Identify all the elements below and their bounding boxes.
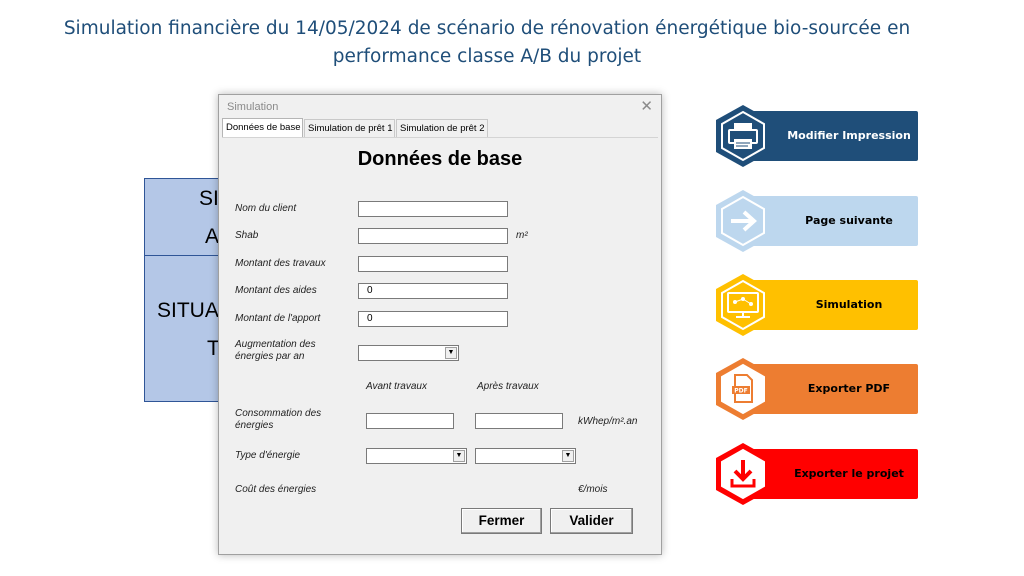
- background-table-text-3: SITUA: [157, 299, 219, 322]
- background-table-text-1: SI: [199, 187, 219, 210]
- cout-label: Coût des énergies: [235, 484, 317, 495]
- simulation-label: Simulation: [815, 298, 883, 311]
- cout-unit: €/mois: [578, 484, 608, 495]
- apres-travaux-header: Après travaux: [477, 381, 539, 392]
- conso-label: Consommation des énergies: [235, 408, 321, 432]
- dialog-title: Simulation: [227, 101, 279, 113]
- close-icon[interactable]: ✕: [640, 97, 653, 115]
- shab-input[interactable]: [358, 228, 508, 244]
- page-suivante-button[interactable]: Page suivante: [712, 190, 918, 252]
- tab-panel: Données de base Nom du client Shab m² Mo…: [222, 137, 658, 552]
- travaux-label: Montant des travaux: [235, 258, 326, 269]
- exporter-pdf-label: Exporter PDF: [807, 382, 891, 395]
- aides-label: Montant des aides: [235, 285, 317, 296]
- download-icon: [716, 443, 770, 505]
- augmentation-label-line-1: Augmentation des: [235, 339, 316, 350]
- svg-text:PDF: PDF: [734, 388, 747, 395]
- chevron-down-icon[interactable]: ▼: [445, 347, 457, 359]
- shab-unit: m²: [516, 230, 528, 241]
- conso-avant-input[interactable]: [366, 413, 454, 429]
- chevron-down-icon[interactable]: ▼: [453, 450, 465, 462]
- tab-simulation-pret-1[interactable]: Simulation de prêt 1: [304, 119, 395, 137]
- client-label: Nom du client: [235, 203, 297, 214]
- avant-travaux-header: Avant travaux: [366, 381, 427, 392]
- conso-unit: kWhep/m².an: [578, 416, 638, 427]
- type-energie-label: Type d'énergie: [235, 450, 301, 461]
- apport-input[interactable]: 0: [358, 311, 508, 327]
- valider-button[interactable]: Valider: [550, 508, 633, 534]
- exporter-projet-label: Exporter le projet: [794, 467, 904, 480]
- apport-label: Montant de l'apport: [235, 313, 321, 324]
- printer-icon: [716, 105, 770, 167]
- tab-simulation-pret-2[interactable]: Simulation de prêt 2: [396, 119, 488, 137]
- network-monitor-icon: [716, 274, 770, 336]
- page-title-line-2: performance classe A/B du projet: [332, 46, 642, 67]
- modifier-impression-label: Modifier Impression: [787, 129, 911, 142]
- augmentation-label: Augmentation des énergies par an: [235, 339, 316, 363]
- conso-label-line-2: énergies: [235, 420, 274, 431]
- simulation-button[interactable]: Simulation: [712, 274, 918, 336]
- panel-heading: Données de base: [357, 148, 523, 170]
- exporter-projet-button[interactable]: Exporter le projet: [712, 443, 918, 505]
- client-name-input[interactable]: [358, 201, 508, 217]
- chevron-down-icon[interactable]: ▼: [562, 450, 574, 462]
- fermer-button[interactable]: Fermer: [461, 508, 542, 534]
- exporter-pdf-button[interactable]: PDF Exporter PDF: [712, 358, 918, 420]
- modifier-impression-button[interactable]: Modifier Impression: [712, 105, 918, 167]
- page-title-line-1: Simulation financière du 14/05/2024 de s…: [63, 18, 911, 39]
- type-avant-select[interactable]: ▼: [366, 448, 467, 464]
- arrow-right-icon: [716, 190, 770, 252]
- conso-apres-input[interactable]: [475, 413, 563, 429]
- tab-donnees-de-base[interactable]: Données de base: [222, 118, 303, 138]
- page-title: Simulation financière du 14/05/2024 de s…: [20, 15, 954, 71]
- page-suivante-label: Page suivante: [805, 214, 893, 227]
- conso-label-line-1: Consommation des: [235, 408, 322, 419]
- augmentation-select[interactable]: ▼: [358, 345, 459, 361]
- background-table-text-2: A: [205, 225, 220, 248]
- shab-label: Shab: [235, 230, 259, 241]
- simulation-dialog: Simulation ✕ Données de base Simulation …: [218, 94, 662, 555]
- background-table: SI A SITUA T: [144, 178, 224, 402]
- travaux-input[interactable]: [358, 256, 508, 272]
- pdf-file-icon: PDF: [716, 358, 770, 420]
- aides-input[interactable]: 0: [358, 283, 508, 299]
- type-apres-select[interactable]: ▼: [475, 448, 576, 464]
- augmentation-label-line-2: énergies par an: [235, 351, 305, 362]
